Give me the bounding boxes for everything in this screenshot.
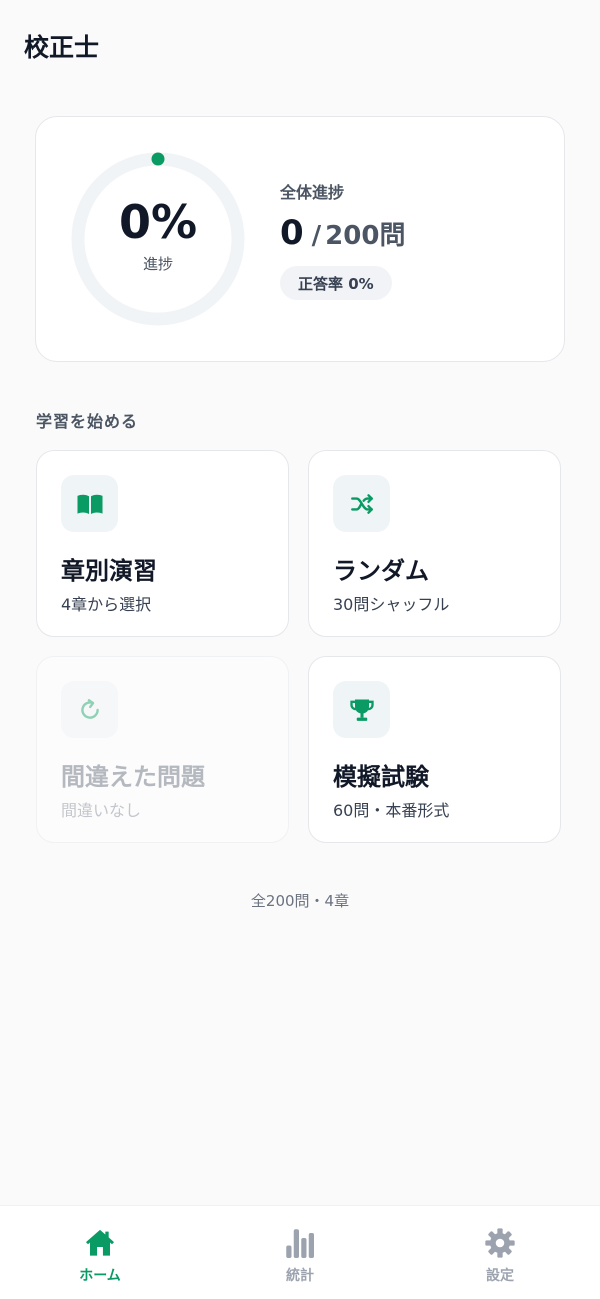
mode-title: ランダム <box>333 557 429 585</box>
bar-chart-icon <box>283 1226 317 1260</box>
total-count: 200問 <box>325 221 406 251</box>
mode-subtitle: 間違いなし <box>61 801 142 820</box>
progress-ring-center: 0% 進捗 <box>70 151 246 327</box>
accuracy-badge: 正答率 0% <box>280 266 392 300</box>
count-separator: / <box>311 221 322 251</box>
progress-percent: 0% <box>118 194 198 249</box>
gear-icon <box>483 1226 517 1260</box>
mode-title: 章別演習 <box>61 557 157 585</box>
trophy-icon <box>333 681 390 738</box>
nav-label: ホーム <box>79 1268 121 1284</box>
mode-subtitle: 30問シャッフル <box>333 595 450 614</box>
app-title: 校正士 <box>24 33 100 62</box>
mode-title: 模擬試験 <box>333 763 429 791</box>
retry-icon <box>61 681 118 738</box>
bottom-nav: ホーム 統計 設定 <box>0 1205 600 1299</box>
nav-item-settings[interactable]: 設定 <box>400 1206 600 1299</box>
nav-item-home[interactable]: ホーム <box>0 1206 200 1299</box>
mode-subtitle: 60問・本番形式 <box>333 801 450 820</box>
nav-item-stats[interactable]: 統計 <box>200 1206 400 1299</box>
completed-count: 0 <box>280 213 304 253</box>
nav-label: 設定 <box>486 1268 514 1284</box>
mode-card-chapter-practice[interactable]: 章別演習 4章から選択 <box>36 450 289 637</box>
shuffle-icon <box>333 475 390 532</box>
mode-title: 間違えた問題 <box>61 763 205 791</box>
section-title: 学習を始める <box>36 412 139 431</box>
mode-card-random[interactable]: ランダム 30問シャッフル <box>308 450 561 637</box>
question-summary: 全200問・4章 <box>250 892 350 910</box>
home-screen: 校正士 0% 進捗 全体進捗 0 / 200問 正答率 0% 学習を始める 章別… <box>0 0 600 1299</box>
nav-label: 統計 <box>286 1268 314 1284</box>
mode-subtitle: 4章から選択 <box>61 595 152 614</box>
overall-progress-card: 0% 進捗 全体進捗 0 / 200問 正答率 0% <box>35 116 565 362</box>
progress-count: 0 / 200問 <box>280 213 405 253</box>
home-icon <box>83 1226 117 1260</box>
mode-card-wrong-answers[interactable]: 間違えた問題 間違いなし <box>36 656 289 843</box>
overall-progress-label: 全体進捗 <box>280 183 345 202</box>
progress-ring-label: 進捗 <box>142 254 173 273</box>
mode-card-mock-exam[interactable]: 模擬試験 60問・本番形式 <box>308 656 561 843</box>
book-icon <box>61 475 118 532</box>
